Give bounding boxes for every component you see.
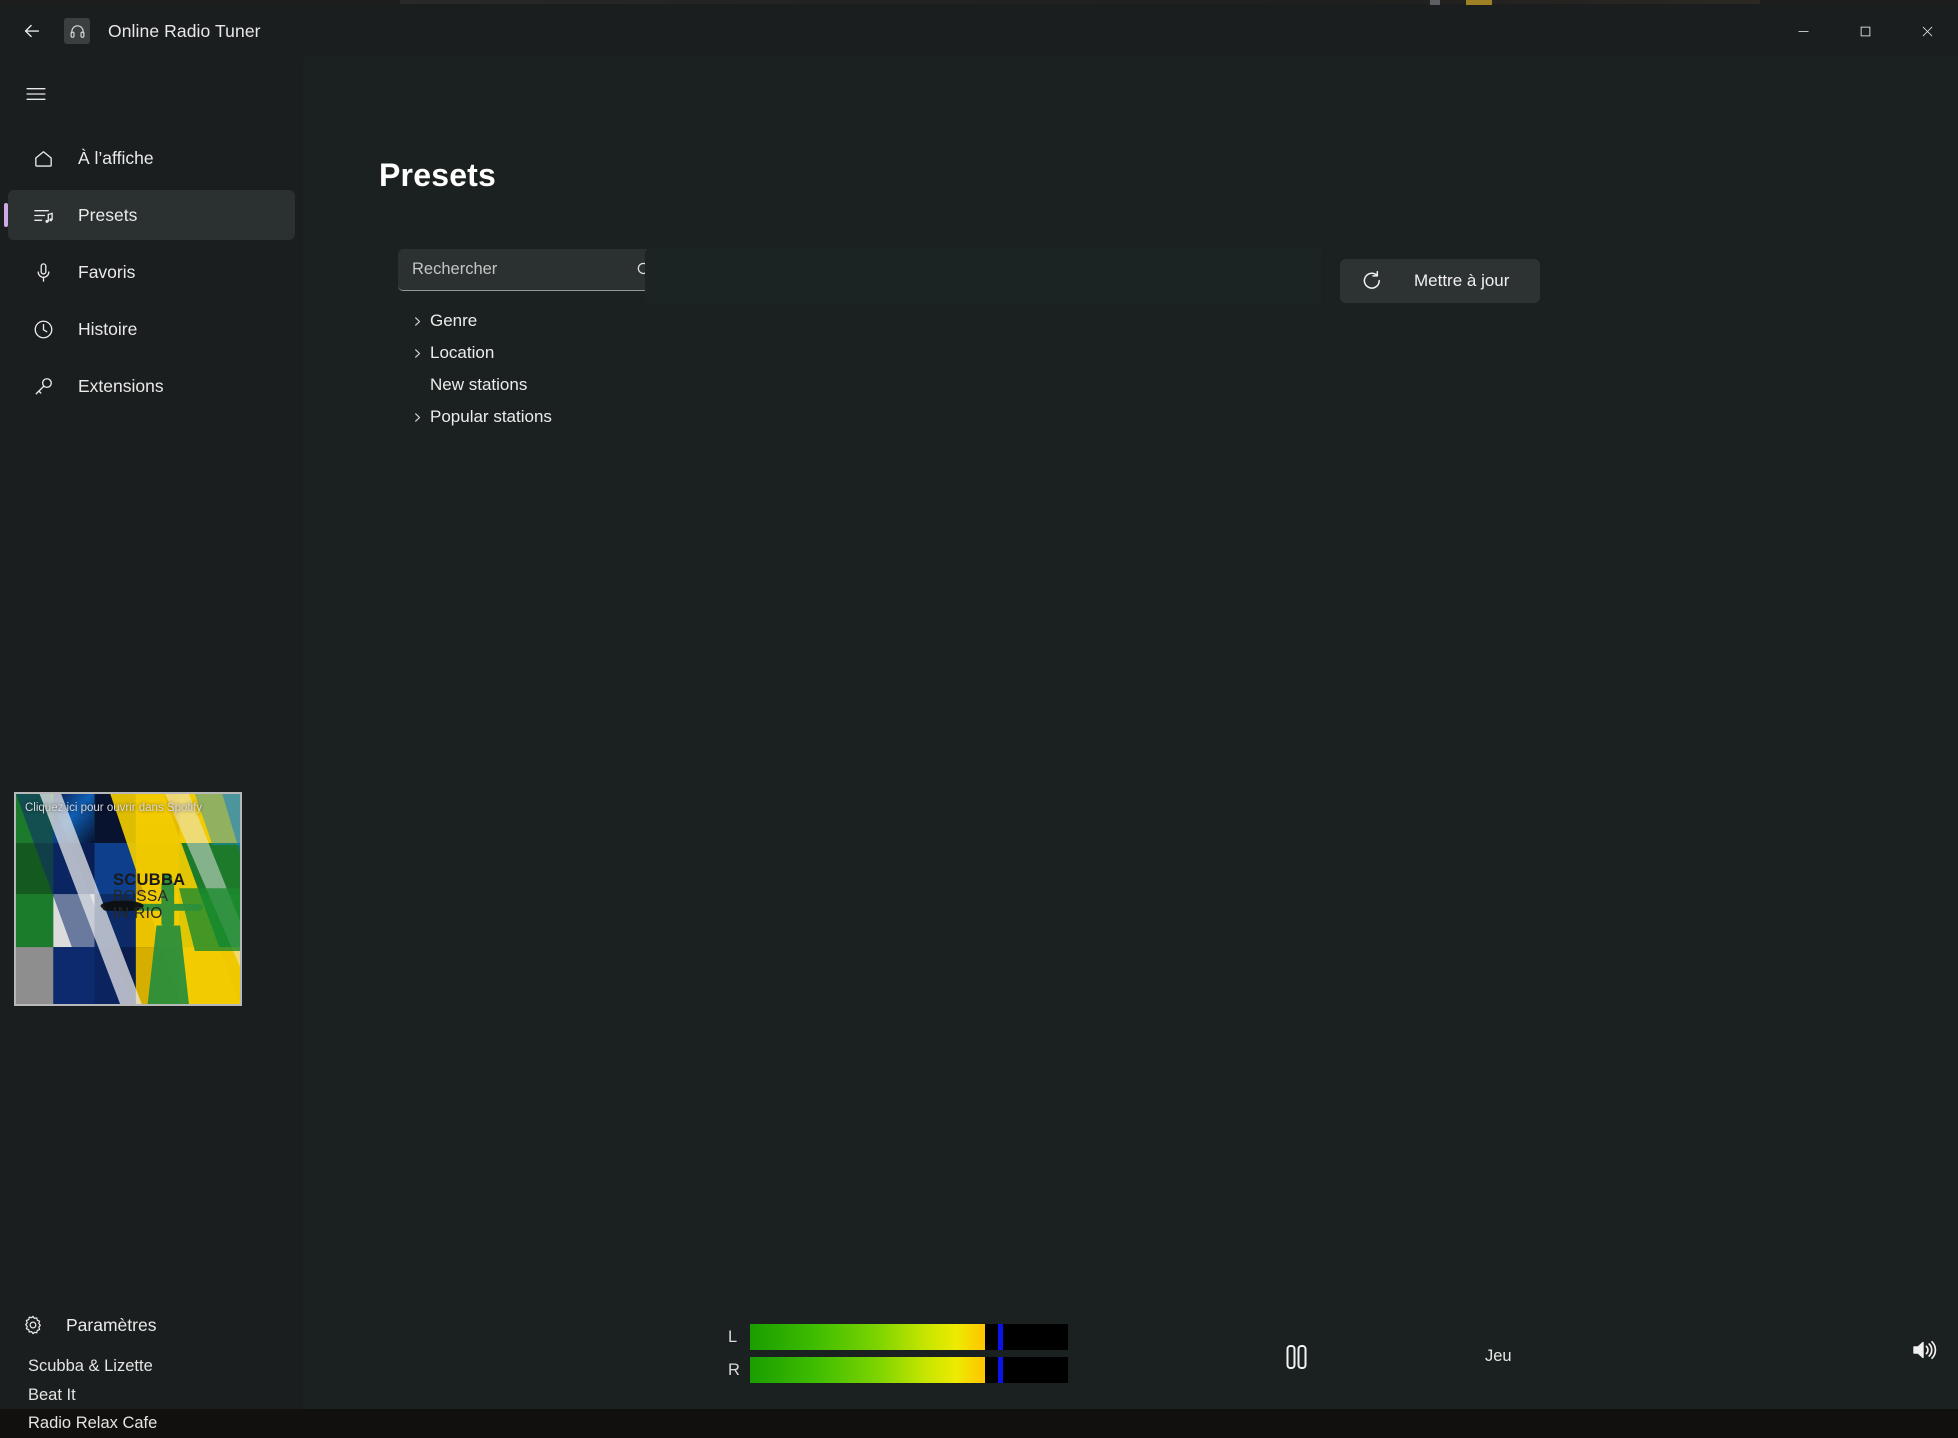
maximize-button[interactable] (1834, 5, 1896, 57)
vu-track-left (750, 1324, 1068, 1350)
close-button[interactable] (1896, 5, 1958, 57)
transport-bar: L R Jeu (303, 1305, 1958, 1409)
sidebar-item-label: À l’affiche (78, 147, 154, 168)
vu-track-right (750, 1357, 1068, 1383)
vu-meters: L R (728, 1323, 1068, 1389)
minimize-button[interactable] (1772, 5, 1834, 57)
window-body: À l’affiche Presets Favoris Histoire Ext… (0, 57, 1958, 1432)
chevron-right-icon[interactable] (404, 348, 430, 359)
clock-icon (30, 316, 56, 342)
sidebar-item-label: Favoris (78, 261, 136, 282)
search-box[interactable] (398, 249, 666, 291)
tree-item-new-stations[interactable]: New stations (398, 369, 718, 401)
now-playing-artist: Scubba & Lizette (28, 1357, 153, 1375)
background-window-titlebar (400, 0, 1760, 4)
vu-meter-left: L (728, 1323, 1068, 1351)
sidebar-nav: À l’affiche Presets Favoris Histoire Ext… (0, 133, 303, 418)
album-art-image: SCUBBA BOSSA IN RIO Cliquez ici pour ouv… (16, 794, 240, 1004)
playback-state-label: Jeu (1485, 1347, 1512, 1365)
sidebar-item-favoris[interactable]: Favoris (8, 247, 295, 297)
station-details-panel (645, 247, 1385, 305)
sidebar: À l’affiche Presets Favoris Histoire Ext… (0, 57, 303, 1432)
sidebar-item-histoire[interactable]: Histoire (8, 304, 295, 354)
chevron-right-icon[interactable] (404, 316, 430, 327)
now-playing-info: Scubba & Lizette Beat It Radio Relax Caf… (28, 1352, 157, 1438)
sidebar-item-label: Histoire (78, 318, 138, 339)
vu-label-right: R (728, 1360, 740, 1379)
album-overlay-text: Cliquez ici pour ouvrir dans Spotify (25, 802, 203, 814)
headphones-icon (70, 24, 84, 38)
tree-item-genre[interactable]: Genre (398, 305, 718, 337)
refresh-icon (1363, 270, 1380, 289)
update-button-label: Mettre à jour (1414, 271, 1510, 290)
album-art-link[interactable]: SCUBBA BOSSA IN RIO Cliquez ici pour ouv… (14, 792, 242, 1006)
album-art-title: SCUBBA BOSSA IN RIO (113, 871, 186, 922)
sidebar-item-a-laffiche[interactable]: À l’affiche (8, 133, 295, 183)
now-playing-station: Radio Relax Cafe (28, 1414, 158, 1432)
vu-meter-right: R (728, 1356, 1068, 1384)
page-title: Presets (379, 157, 497, 193)
sidebar-item-parametres[interactable]: Paramètres (8, 1302, 156, 1348)
update-button[interactable]: Mettre à jour (1340, 259, 1540, 303)
volume-control (1909, 1335, 1958, 1365)
chevron-right-icon[interactable] (404, 412, 430, 423)
vu-fill-right (750, 1357, 986, 1383)
tree-item-location[interactable]: Location (398, 337, 718, 369)
tree-item-popular-stations[interactable]: Popular stations (398, 401, 718, 433)
app-window: Online Radio Tuner À l’affiche Presets F… (0, 5, 1958, 1432)
playlist-music-icon (30, 202, 56, 228)
tree-item-label: New stations (430, 375, 528, 394)
sidebar-item-extensions[interactable]: Extensions (8, 361, 295, 411)
sidebar-item-label: Extensions (78, 375, 164, 396)
tree-item-label: Genre (430, 311, 478, 330)
tree-item-label: Location (430, 343, 495, 362)
play-pause-button[interactable] (1268, 1333, 1324, 1381)
main-content: Presets Genre (303, 57, 1958, 1409)
app-title: Online Radio Tuner (108, 20, 261, 41)
tree-item-label: Popular stations (430, 407, 552, 426)
sidebar-item-label: Paramètres (66, 1314, 157, 1335)
key-icon (30, 373, 56, 399)
close-icon (1922, 26, 1932, 36)
presets-tree: Genre Location New stations Popular stat… (398, 305, 718, 433)
sidebar-item-presets[interactable]: Presets (4, 190, 295, 240)
back-button[interactable] (4, 8, 60, 54)
vu-label-left: L (728, 1327, 738, 1346)
sidebar-item-label: Presets (78, 204, 138, 225)
pause-icon (1286, 1345, 1307, 1369)
vu-peak-left (998, 1324, 1004, 1350)
window-controls (1772, 5, 1958, 57)
vu-fill-left (750, 1324, 986, 1350)
maximize-icon (1860, 26, 1870, 36)
microphone-icon (30, 259, 56, 285)
album-art-line3: IN RIO (113, 904, 163, 922)
minimize-icon (1798, 30, 1808, 32)
title-bar: Online Radio Tuner (0, 5, 1958, 57)
vu-peak-right (998, 1357, 1004, 1383)
hamburger-menu-button[interactable] (8, 69, 64, 119)
album-art-line1: SCUBBA (113, 871, 186, 889)
search-input[interactable] (412, 260, 635, 279)
back-arrow-icon (24, 24, 40, 38)
gear-icon (25, 1315, 41, 1335)
volume-high-icon[interactable] (1909, 1335, 1939, 1365)
app-icon (64, 18, 90, 44)
update-side-panel (1321, 247, 1553, 1319)
album-art-line2: BOSSA (113, 888, 169, 906)
hamburger-menu-icon (26, 88, 46, 100)
home-icon (30, 145, 56, 171)
now-playing-track: Beat It (28, 1385, 76, 1404)
